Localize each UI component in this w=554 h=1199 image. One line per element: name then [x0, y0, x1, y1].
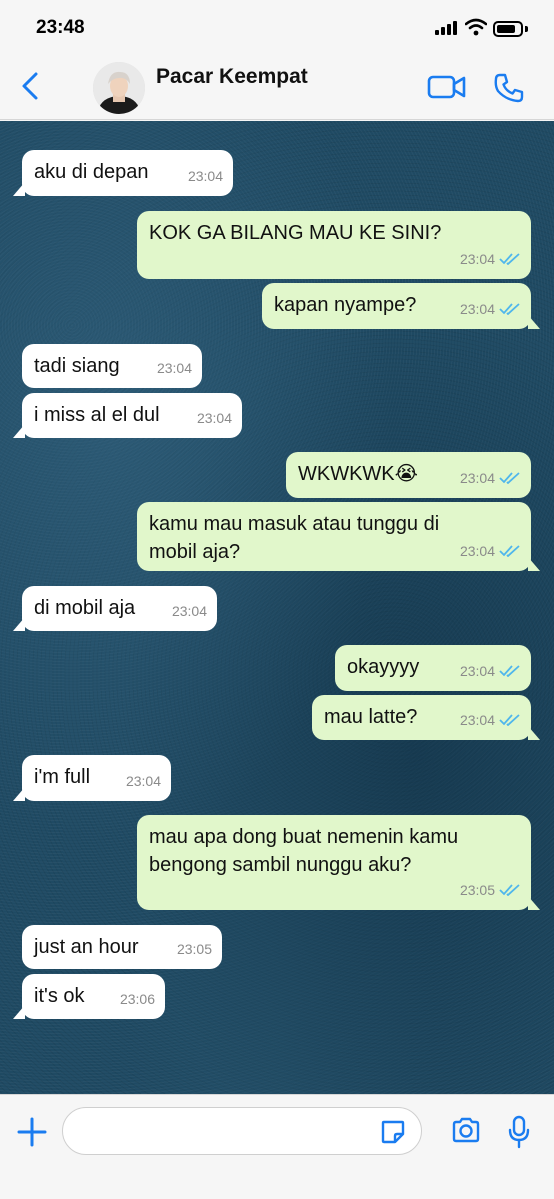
camera-icon[interactable]	[451, 1117, 481, 1143]
status-bar: 23:48	[0, 0, 554, 52]
composer-bar	[0, 1094, 554, 1199]
video-call-icon[interactable]	[427, 74, 467, 100]
sticker-icon[interactable]	[380, 1119, 406, 1145]
message-outgoing[interactable]: WKWKWK😭 23:04	[286, 452, 531, 498]
message-outgoing[interactable]: mau apa dong buat nemenin kamu bengong s…	[137, 815, 540, 910]
message-outgoing[interactable]: okayyyy 23:04	[335, 645, 531, 691]
double-check-icon	[499, 884, 520, 896]
message-time: 23:04	[156, 360, 192, 376]
message-time: 23:04	[196, 410, 232, 426]
contact-name[interactable]: Pacar Keempat	[156, 65, 308, 89]
message-incoming[interactable]: i miss al el dul 23:04	[13, 393, 242, 438]
message-outgoing[interactable]: KOK GA BILANG MAU KE SINI? 23:04	[137, 211, 531, 279]
phone-icon[interactable]	[493, 72, 525, 104]
message-time: 23:04	[459, 663, 495, 679]
message-outgoing[interactable]: kapan nyampe? 23:04	[262, 283, 540, 329]
back-chevron-icon[interactable]	[18, 70, 42, 102]
double-check-icon	[499, 303, 520, 315]
message-incoming[interactable]: di mobil aja 23:04	[13, 586, 217, 631]
message-time: 23:04	[459, 543, 495, 559]
message-incoming[interactable]: aku di depan 23:04	[13, 150, 233, 196]
avatar[interactable]	[93, 62, 145, 114]
message-time: 23:04	[459, 301, 495, 317]
battery-tip	[525, 26, 528, 32]
message-time: 23:05	[176, 941, 212, 957]
double-check-icon	[499, 253, 520, 265]
message-time: 23:04	[171, 603, 207, 619]
microphone-icon[interactable]	[507, 1115, 531, 1149]
chat-header: Pacar Keempat	[0, 52, 554, 120]
double-check-icon	[499, 545, 520, 557]
message-time: 23:04	[187, 168, 223, 184]
message-time: 23:04	[459, 470, 495, 486]
double-check-icon	[499, 472, 520, 484]
signal-icon	[435, 21, 459, 35]
plus-icon[interactable]	[17, 1117, 47, 1147]
message-incoming[interactable]: it's ok 23:06	[13, 974, 165, 1019]
message-incoming[interactable]: tadi siang 23:04	[22, 344, 202, 388]
message-text: KOK GA BILANG MAU KE SINI?	[149, 222, 442, 244]
message-time: 23:04	[125, 773, 161, 789]
message-input[interactable]	[62, 1107, 422, 1155]
message-outgoing[interactable]: kamu mau masuk atau tunggu di mobil aja?…	[137, 502, 540, 571]
message-time: 23:04	[459, 251, 495, 267]
message-text: mau apa dong buat nemenin kamu bengong s…	[149, 826, 459, 876]
message-outgoing[interactable]: mau latte? 23:04	[312, 695, 540, 740]
battery-icon	[493, 21, 523, 37]
status-time: 23:48	[36, 17, 85, 38]
wifi-icon	[465, 18, 487, 36]
chat-area[interactable]: aku di depan 23:04 KOK GA BILANG MAU KE …	[0, 121, 554, 1094]
message-time: 23:05	[459, 882, 495, 898]
message-time: 23:06	[119, 991, 155, 1007]
message-time: 23:04	[459, 712, 495, 728]
message-text: kamu mau masuk atau tunggu di mobil aja?	[149, 513, 440, 563]
double-check-icon	[499, 714, 520, 726]
message-incoming[interactable]: just an hour 23:05	[22, 925, 222, 969]
message-incoming[interactable]: i'm full 23:04	[13, 755, 171, 801]
double-check-icon	[499, 665, 520, 677]
